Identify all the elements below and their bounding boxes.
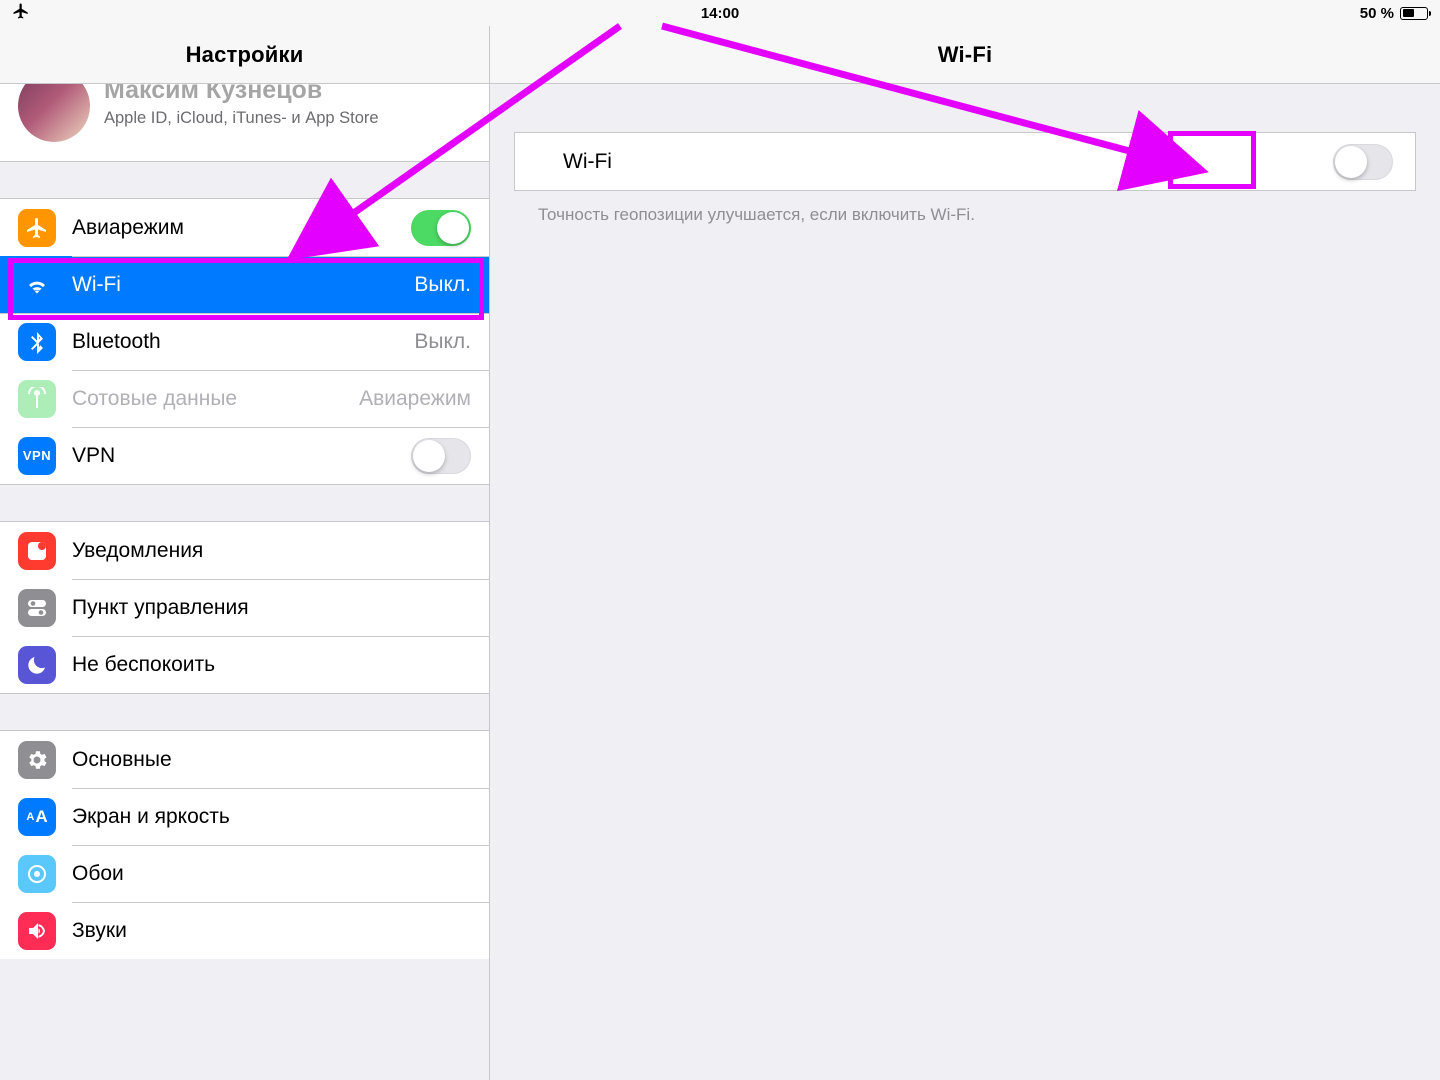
wifi-hint: Точность геопозиции улучшается, если вкл… [538,205,1416,225]
sidebar-item-vpn[interactable]: VPN VPN [0,427,489,484]
dnd-label: Не беспокоить [72,653,471,677]
sounds-icon [18,912,56,950]
avatar [18,84,90,142]
general-label: Основные [72,748,471,772]
sounds-label: Звуки [72,919,471,943]
notifications-label: Уведомления [72,539,471,563]
notifications-icon [18,532,56,570]
sidebar-item-sounds[interactable]: Звуки [0,902,489,959]
wifi-detail-label: Wi-Fi [563,150,1333,174]
wifi-toggle-row[interactable]: Wi-Fi [515,133,1415,190]
apple-id-row[interactable]: Максим Кузнецов Apple ID, iCloud, iTunes… [0,84,489,162]
cellular-label: Сотовые данные [72,387,349,411]
bluetooth-icon [18,323,56,361]
control-center-label: Пункт управления [72,596,471,620]
bluetooth-label: Bluetooth [72,330,404,354]
wifi-value: Выкл. [414,273,471,297]
wifi-toggle-card: Wi-Fi [514,132,1416,191]
gear-icon [18,741,56,779]
sidebar-item-cellular: Сотовые данные Авиарежим [0,370,489,427]
sidebar-title: Настройки [0,26,489,84]
sidebar-item-bluetooth[interactable]: Bluetooth Выкл. [0,313,489,370]
settings-group-connectivity: Авиарежим Wi-Fi Выкл. Bluetooth Выкл. [0,198,489,485]
wallpaper-icon [18,855,56,893]
settings-group-general: Основные AA Экран и яркость Обои [0,730,489,959]
sidebar-item-notifications[interactable]: Уведомления [0,522,489,579]
vpn-icon: VPN [18,437,56,475]
battery-percent: 50 % [1360,5,1394,22]
display-label: Экран и яркость [72,805,471,829]
detail-title: Wi-Fi [490,26,1440,84]
sidebar-item-dnd[interactable]: Не беспокоить [0,636,489,693]
settings-sidebar: Настройки Максим Кузнецов Apple ID, iClo… [0,26,490,1080]
wifi-label: Wi-Fi [72,273,404,297]
sidebar-item-wifi[interactable]: Wi-Fi Выкл. [0,256,489,313]
battery-icon [1400,7,1428,20]
cellular-value: Авиарежим [359,387,471,411]
account-subtitle: Apple ID, iCloud, iTunes- и App Store [104,109,379,128]
detail-pane: Wi-Fi Wi-Fi Точность геопозиции улучшает… [490,26,1440,1080]
vpn-label: VPN [72,444,411,468]
airplane-toggle[interactable] [411,210,471,246]
airplane-mode-status-icon [12,2,30,24]
airplane-icon [18,209,56,247]
cellular-icon [18,380,56,418]
vpn-toggle[interactable] [411,438,471,474]
status-bar: 14:00 50 % [0,0,1440,26]
airplane-label: Авиарежим [72,216,411,240]
sidebar-item-general[interactable]: Основные [0,731,489,788]
sidebar-item-airplane[interactable]: Авиарежим [0,199,489,256]
wifi-icon [18,266,56,304]
status-time: 14:00 [701,5,739,22]
settings-group-notifications: Уведомления Пункт управления Не беспокои… [0,521,489,694]
display-icon: AA [18,798,56,836]
control-center-icon [18,589,56,627]
sidebar-item-control-center[interactable]: Пункт управления [0,579,489,636]
moon-icon [18,646,56,684]
bluetooth-value: Выкл. [414,330,471,354]
wallpaper-label: Обои [72,862,471,886]
account-name: Максим Кузнецов [104,84,379,103]
sidebar-item-display[interactable]: AA Экран и яркость [0,788,489,845]
wifi-toggle[interactable] [1333,144,1393,180]
sidebar-item-wallpaper[interactable]: Обои [0,845,489,902]
